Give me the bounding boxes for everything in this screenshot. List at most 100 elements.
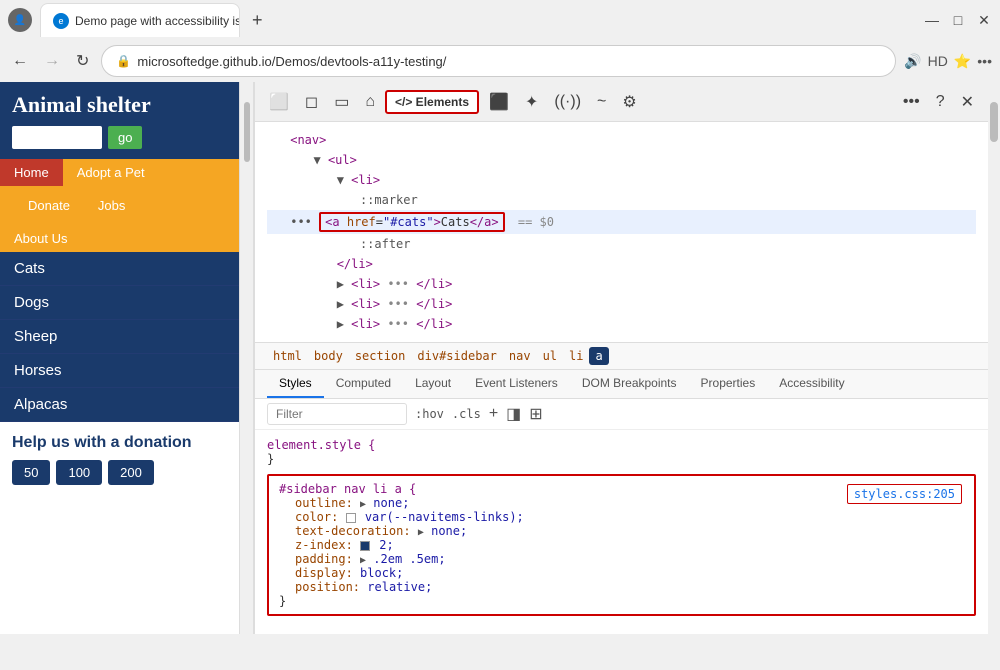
page-header: Animal shelter go: [0, 82, 239, 159]
devtools-toolbar: ⬜ ◻ ▭ ⌂ </> Elements ⬛ ✦ ((·)) ~ ⚙ ••• ?…: [255, 82, 988, 122]
dom-selected-line[interactable]: ••• <a href="#cats">Cats</a> == $0: [267, 210, 976, 234]
add-to-favorites-icon[interactable]: ⭐: [954, 53, 971, 70]
nav-item-donate[interactable]: Donate: [14, 192, 84, 219]
new-style-rule-icon[interactable]: ◨: [506, 404, 521, 424]
address-actions: 🔊 HD ⭐ •••: [904, 53, 992, 70]
tab-styles[interactable]: Styles: [267, 370, 324, 398]
sidebar-item-cats[interactable]: Cats: [0, 252, 239, 286]
new-tab-button[interactable]: +: [244, 6, 271, 35]
dom-more-li-3: ▶ <li> ••• </li>: [267, 314, 976, 334]
bc-div-sidebar[interactable]: div#sidebar: [411, 347, 502, 365]
main-area: Animal shelter go Home Adopt a Pet Donat…: [0, 82, 1000, 634]
bc-ul[interactable]: ul: [537, 347, 563, 365]
go-button[interactable]: go: [108, 126, 142, 149]
dom-ul-line: ▼ <ul>: [267, 150, 976, 170]
maximize-button[interactable]: □: [950, 12, 966, 28]
nav-item-jobs[interactable]: Jobs: [84, 192, 139, 219]
nav-menu: Home Adopt a Pet Donate Jobs About Us: [0, 159, 239, 252]
elements-tab-btn[interactable]: </> Elements: [385, 90, 479, 114]
donation-title: Help us with a donation: [12, 434, 227, 452]
hov-button[interactable]: :hov: [415, 407, 444, 421]
minimize-button[interactable]: —: [924, 12, 940, 28]
sidebar-nav: Cats Dogs Sheep Horses Alpacas: [0, 252, 239, 422]
tab-properties[interactable]: Properties: [689, 370, 768, 398]
donate-100-button[interactable]: 100: [56, 460, 102, 485]
color-swatch[interactable]: [346, 513, 356, 523]
tab-title: Demo page with accessibility iss: [75, 14, 240, 28]
inspect-icon[interactable]: ⬜: [263, 88, 295, 116]
page-title: Animal shelter: [12, 92, 227, 118]
bc-body[interactable]: body: [308, 347, 349, 365]
select-icon[interactable]: ◻: [299, 88, 324, 116]
window-controls: — □ ✕: [924, 12, 992, 28]
nav-item-home[interactable]: Home: [0, 159, 63, 186]
more-tools-icon[interactable]: •••: [897, 89, 926, 115]
browser-favicon: 👤: [8, 8, 32, 32]
z-index-prop: z-index: 2;: [279, 538, 964, 552]
help-icon[interactable]: ?: [930, 89, 951, 115]
bc-html[interactable]: html: [267, 347, 308, 365]
color-prop: color: var(--navitems-links);: [279, 510, 964, 524]
performance-icon[interactable]: ~: [591, 89, 612, 115]
settings-icon[interactable]: ⚙: [616, 88, 642, 116]
responsive-icon[interactable]: ▭: [328, 88, 355, 116]
browser-chrome: 👤 e Demo page with accessibility iss ✕ +…: [0, 0, 1000, 82]
dom-nav-line: <nav>: [267, 130, 976, 150]
bc-li[interactable]: li: [563, 347, 589, 365]
webpage-scrollbar[interactable]: [240, 82, 254, 634]
refresh-button[interactable]: ↻: [72, 47, 93, 75]
sidebar-item-sheep[interactable]: Sheep: [0, 320, 239, 354]
tab-dom-breakpoints[interactable]: DOM Breakpoints: [570, 370, 689, 398]
nav-item-adopt[interactable]: Adopt a Pet: [63, 159, 159, 186]
close-button[interactable]: ✕: [976, 12, 992, 28]
sidebar-item-dogs[interactable]: Dogs: [0, 286, 239, 320]
console-icon[interactable]: ⬛: [483, 88, 515, 116]
network-icon[interactable]: ((·)): [548, 89, 587, 115]
dom-tree: <nav> ▼ <ul> ▼ <li> ::marker: [255, 122, 988, 343]
sources-icon[interactable]: ✦: [519, 88, 544, 116]
dom-highlighted-element[interactable]: <a href="#cats">Cats</a>: [319, 212, 504, 232]
nav-item-about[interactable]: About Us: [0, 225, 239, 252]
devtools-panel: ⬜ ◻ ▭ ⌂ </> Elements ⬛ ✦ ((·)) ~ ⚙ ••• ?…: [254, 82, 988, 634]
text-decoration-prop: text-decoration: ▶ none;: [279, 524, 964, 538]
element-style-block: element.style { }: [267, 438, 976, 466]
dom-more-li-1: ▶ <li> ••• </li>: [267, 274, 976, 294]
styles-panel: element.style { } styles.css:205 #sideba…: [255, 430, 988, 634]
tab-layout[interactable]: Layout: [403, 370, 463, 398]
forward-button[interactable]: →: [40, 48, 64, 74]
styles-link[interactable]: styles.css:205: [847, 484, 962, 504]
filter-bar: :hov .cls + ◨ ⊞: [255, 399, 988, 430]
sidebar-item-alpacas[interactable]: Alpacas: [0, 388, 239, 422]
browser-more-icon[interactable]: •••: [977, 53, 992, 69]
address-input[interactable]: 🔒 microsoftedge.github.io/Demos/devtools…: [101, 45, 896, 77]
home-icon[interactable]: ⌂: [359, 89, 381, 115]
dom-more-li-2: ▶ <li> ••• </li>: [267, 294, 976, 314]
cls-button[interactable]: .cls: [452, 407, 481, 421]
back-button[interactable]: ←: [8, 48, 32, 74]
sidebar-rule-block: styles.css:205 #sidebar nav li a { outli…: [267, 474, 976, 616]
read-aloud-icon[interactable]: 🔊: [904, 53, 921, 70]
toggle-property-icon[interactable]: ⊞: [529, 404, 542, 424]
bc-nav[interactable]: nav: [503, 347, 537, 365]
padding-prop: padding: ▶ .2em .5em;: [279, 552, 964, 566]
tab-computed[interactable]: Computed: [324, 370, 403, 398]
security-icon: 🔒: [116, 54, 131, 68]
close-devtools-btn[interactable]: ✕: [955, 88, 980, 116]
eq-sign: == $0: [518, 215, 554, 229]
bc-a[interactable]: a: [589, 347, 608, 365]
devtools-scrollbar[interactable]: [988, 82, 1000, 634]
tab-event-listeners[interactable]: Event Listeners: [463, 370, 570, 398]
immersive-reader-icon[interactable]: HD: [928, 53, 948, 69]
add-style-rule-icon[interactable]: +: [489, 405, 498, 423]
tab-accessibility[interactable]: Accessibility: [767, 370, 856, 398]
donation-section: Help us with a donation 50 100 200: [0, 422, 239, 497]
devtools-scroll-thumb: [990, 102, 998, 142]
filter-input[interactable]: [267, 403, 407, 425]
donate-200-button[interactable]: 200: [108, 460, 154, 485]
position-prop: position: relative;: [279, 580, 964, 594]
search-input[interactable]: [12, 126, 102, 149]
sidebar-item-horses[interactable]: Horses: [0, 354, 239, 388]
bc-section[interactable]: section: [349, 347, 412, 365]
active-tab[interactable]: e Demo page with accessibility iss ✕: [40, 3, 240, 37]
donate-50-button[interactable]: 50: [12, 460, 50, 485]
